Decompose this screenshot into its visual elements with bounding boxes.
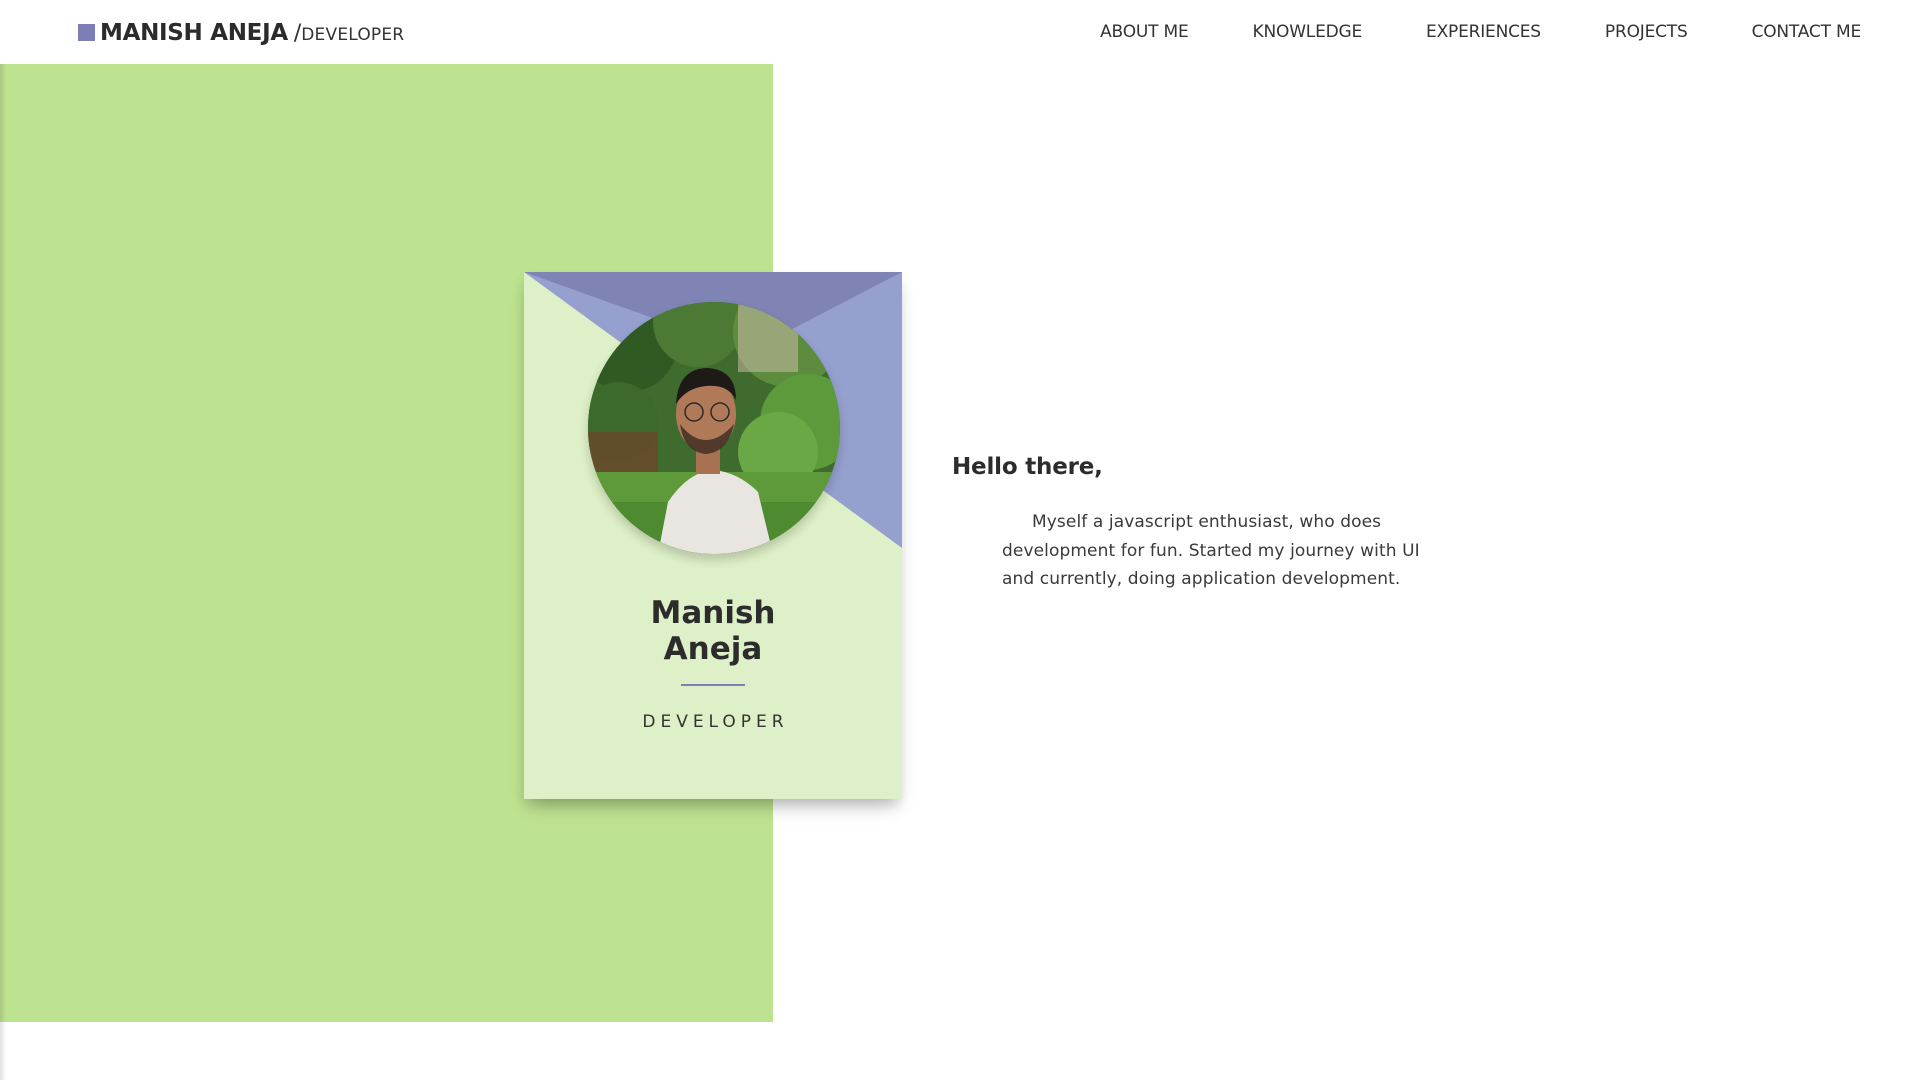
brand-logo[interactable]: MANISH ANEJA / DEVELOPER <box>78 20 404 46</box>
intro-text: Myself a javascript enthusiast, who does… <box>1002 512 1420 589</box>
brand-separator: / <box>293 21 302 46</box>
brand-role: DEVELOPER <box>301 25 405 45</box>
card-role: DEVELOPER <box>642 712 789 732</box>
brand-square-icon <box>78 24 95 41</box>
site-header: MANISH ANEJA / DEVELOPER ABOUT ME KNOWLE… <box>0 0 1920 64</box>
card-name-last: Aneja <box>663 631 763 667</box>
nav-projects[interactable]: PROJECTS <box>1605 22 1688 42</box>
profile-card: Manish Aneja DEVELOPER <box>524 272 902 799</box>
page: MANISH ANEJA / DEVELOPER ABOUT ME KNOWLE… <box>0 0 1920 1080</box>
nav-knowledge[interactable]: KNOWLEDGE <box>1253 22 1363 42</box>
edge-shadow <box>0 0 6 1080</box>
brand-name: MANISH ANEJA <box>100 20 288 46</box>
nav-about-me[interactable]: ABOUT ME <box>1100 22 1189 42</box>
profile-photo <box>588 302 840 554</box>
main-nav: ABOUT ME KNOWLEDGE EXPERIENCES PROJECTS … <box>1100 22 1861 42</box>
nav-contact-me[interactable]: CONTACT ME <box>1752 22 1862 42</box>
card-name: Manish Aneja <box>524 595 902 667</box>
intro-greeting: Hello there, <box>952 454 1103 480</box>
card-divider <box>681 684 745 686</box>
nav-experiences[interactable]: EXPERIENCES <box>1426 22 1541 42</box>
card-name-first: Manish <box>650 595 776 631</box>
